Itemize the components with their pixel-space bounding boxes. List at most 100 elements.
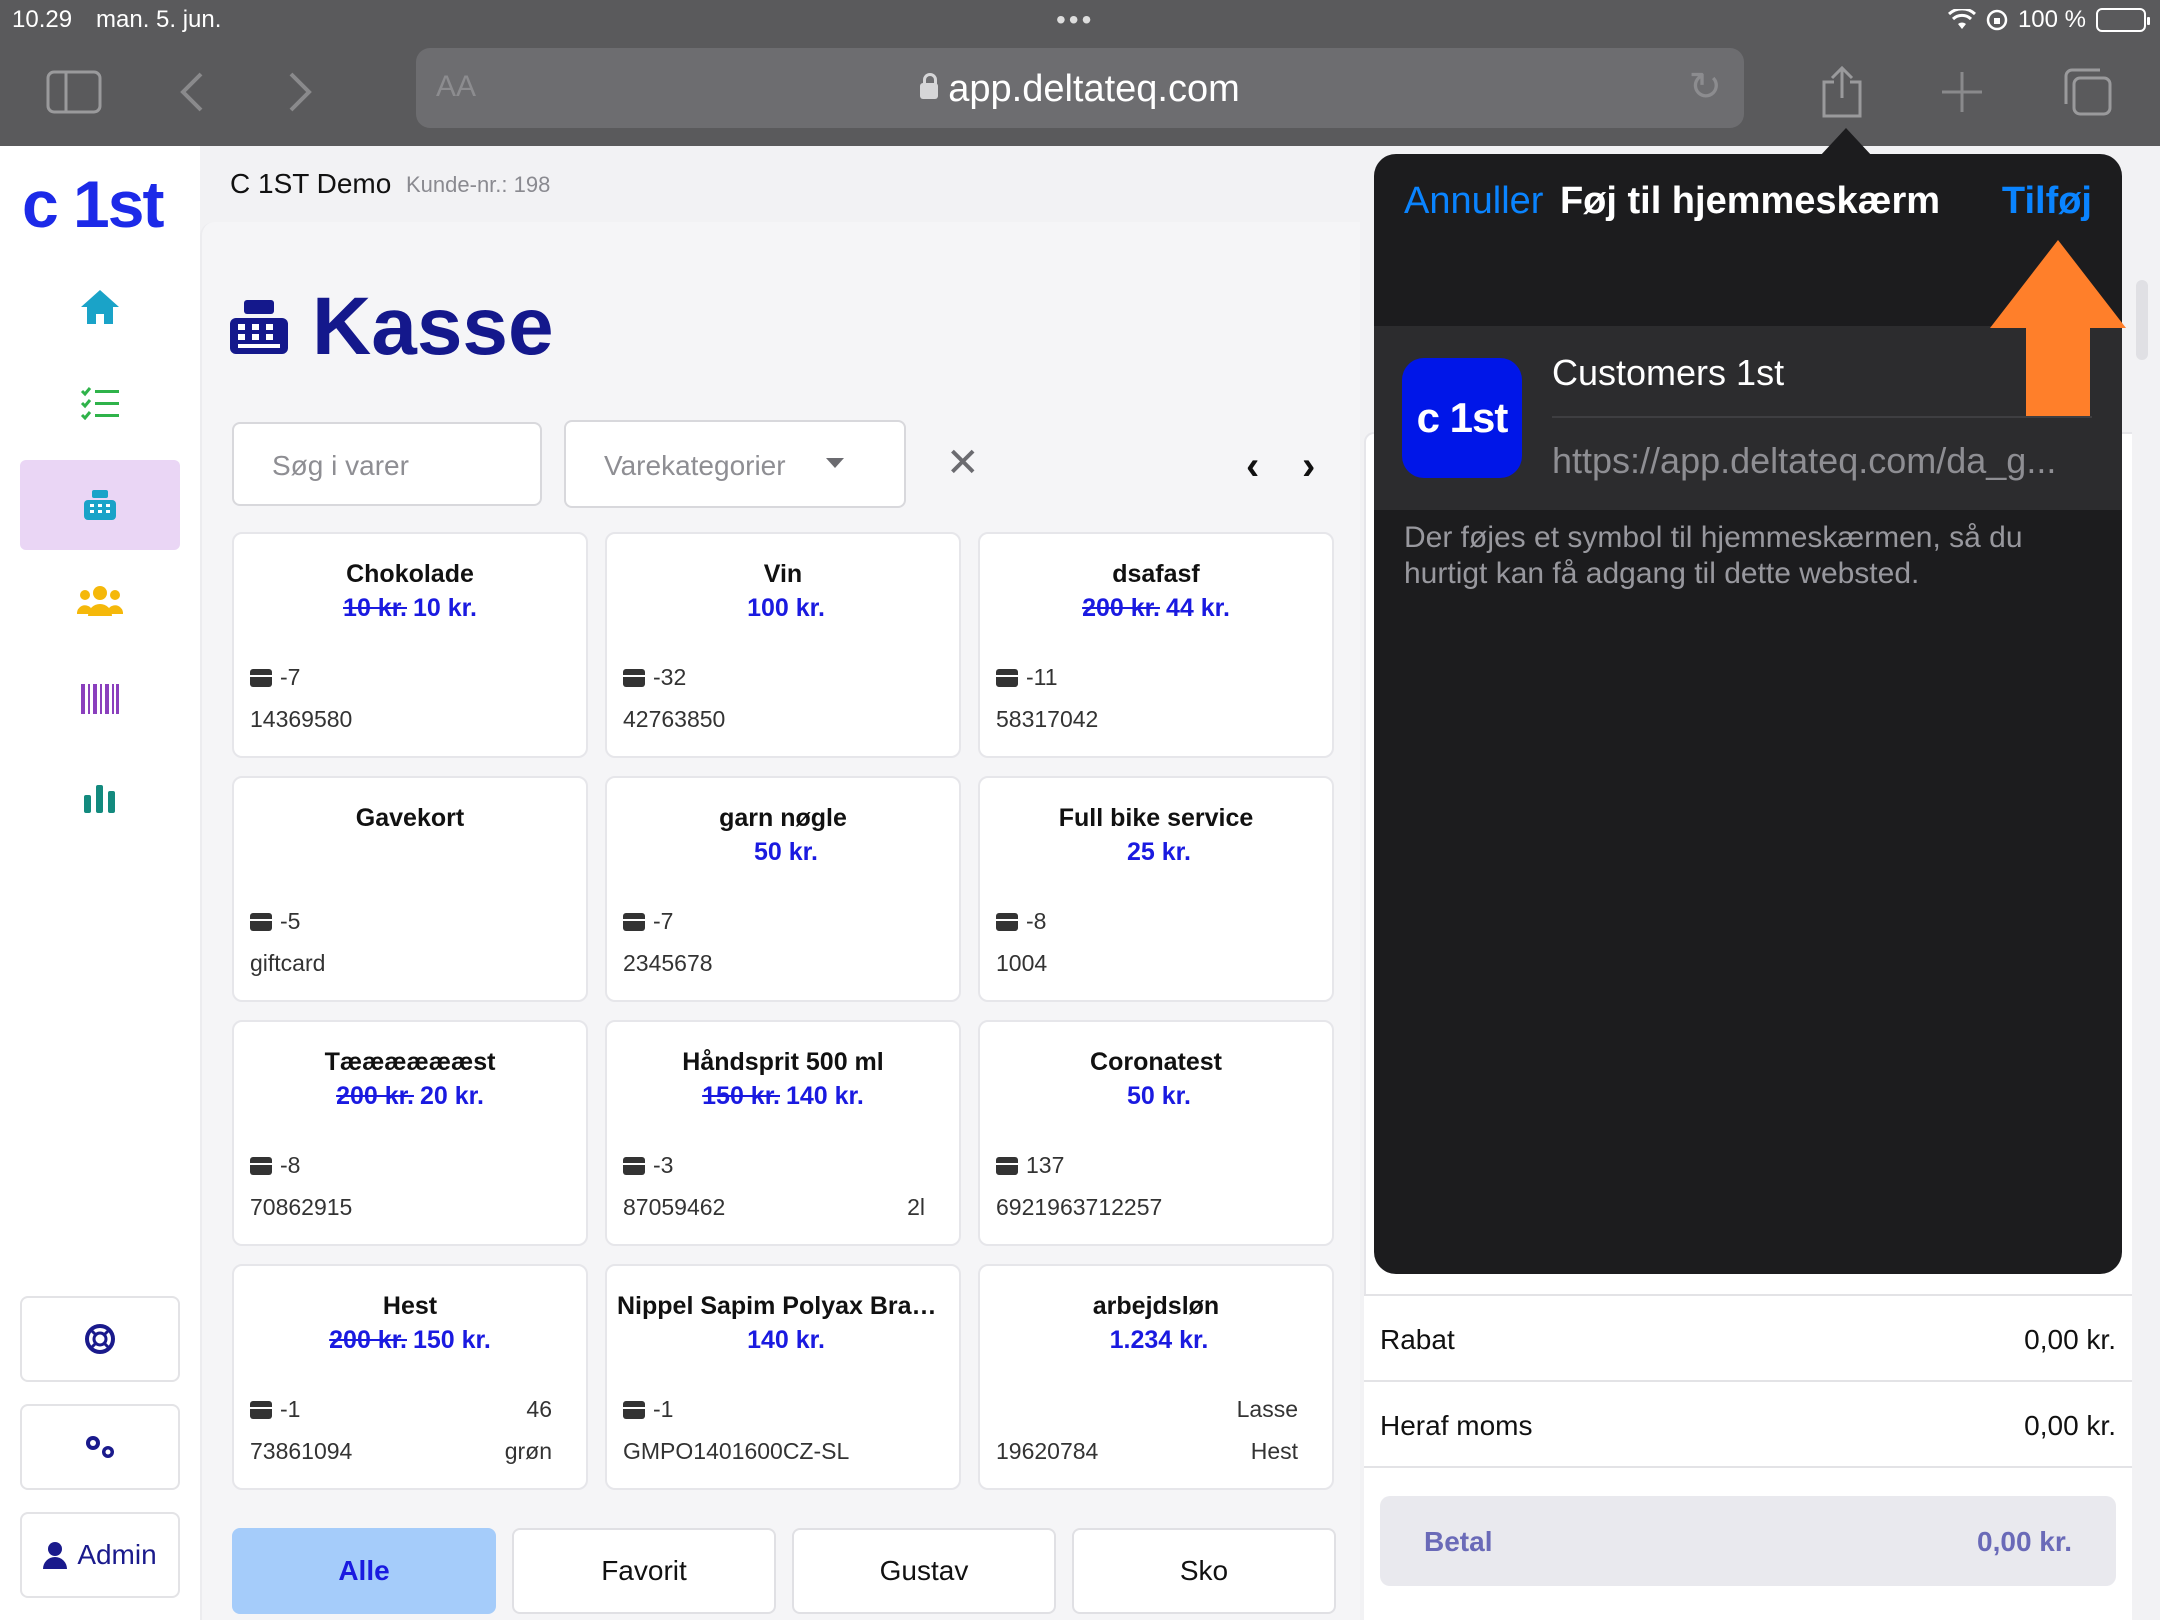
share-icon[interactable]	[1812, 62, 1872, 122]
stock-value: -8	[280, 1152, 301, 1178]
product-current-price: 150 kr.	[413, 1326, 491, 1354]
discount-value: 0,00 kr.	[2024, 1324, 2116, 1355]
vat-label: Heraf moms	[1380, 1410, 1533, 1441]
product-sku: 6921963712257	[996, 1194, 1163, 1220]
product-card[interactable]: Vin 100 kr. -32 42763850	[605, 532, 961, 758]
stock-value: -5	[280, 908, 301, 934]
product-variant-1: Lasse	[1236, 1396, 1298, 1422]
clear-filter-icon[interactable]: ✕	[946, 440, 980, 486]
product-card[interactable]: Coronatest 50 kr. 137 6921963712257	[978, 1020, 1334, 1246]
home-icon	[81, 290, 119, 324]
product-name: Nippel Sapim Polyax Brass...	[617, 1292, 949, 1320]
customer-number: Kunde-nr.: 198	[406, 172, 551, 197]
product-current-price: 25 kr.	[1127, 838, 1191, 866]
product-card[interactable]: dsafasf 200 kr. 44 kr. -11 58317042	[978, 532, 1334, 758]
forward-icon[interactable]	[270, 62, 330, 122]
product-old-price: 200 kr.	[1082, 594, 1160, 622]
product-card[interactable]: Tææææææst 200 kr. 20 kr. -8 70862915	[232, 1020, 588, 1246]
nav-home[interactable]	[20, 262, 180, 352]
product-name: Håndsprit 500 ml	[682, 1048, 884, 1076]
company-name: C 1ST Demo	[230, 168, 392, 199]
sidebar-toggle-icon[interactable]	[44, 62, 104, 122]
add-button[interactable]: Tilføj	[2002, 180, 2092, 223]
next-page-icon[interactable]: ›	[1302, 444, 1315, 489]
cancel-button[interactable]: Annuller	[1404, 180, 1543, 223]
product-current-price: 50 kr.	[754, 838, 818, 866]
product-card[interactable]: Håndsprit 500 ml 150 kr. 140 kr. -3 87059462…	[605, 1020, 961, 1246]
stock-value: -3	[653, 1152, 674, 1178]
product-name: dsafasf	[1112, 560, 1200, 588]
new-tab-icon[interactable]	[1932, 62, 1992, 122]
sheet-description: Der føjes et symbol til hjemmeskærmen, s…	[1404, 521, 2023, 590]
product-card[interactable]: garn nøgle 50 kr. -7 2345678	[605, 776, 961, 1002]
chart-icon	[84, 785, 115, 813]
panel-handle[interactable]	[2136, 280, 2148, 360]
product-name: Tææææææst	[324, 1048, 496, 1076]
nav-tasks[interactable]	[20, 358, 180, 448]
reload-icon[interactable]: ↻	[1688, 64, 1722, 110]
product-current-price: 100 kr.	[747, 594, 825, 622]
box-icon	[996, 668, 1018, 687]
product-variant-1: 46	[526, 1396, 552, 1422]
product-price: 140 kr.	[607, 1326, 959, 1355]
prev-page-icon[interactable]: ‹	[1246, 444, 1259, 489]
pay-value: 0,00 kr.	[1977, 1526, 2072, 1557]
discount-row: Rabat 0,00 kr.	[1364, 1294, 2132, 1380]
admin-button[interactable]: Admin	[20, 1512, 180, 1598]
product-current-price: 1.234 kr.	[1109, 1326, 1209, 1354]
product-price: 50 kr.	[607, 838, 959, 867]
product-name: Coronatest	[1090, 1048, 1222, 1076]
app-logo[interactable]: c 1st	[22, 166, 164, 242]
product-card[interactable]: Nippel Sapim Polyax Brass... 140 kr. -1 GMP…	[605, 1264, 961, 1490]
product-price: 50 kr.	[980, 1082, 1332, 1111]
box-icon	[996, 1156, 1018, 1175]
product-variant-2: grøn	[504, 1438, 552, 1464]
tab-favorit[interactable]: Favorit	[512, 1528, 776, 1614]
product-sku: giftcard	[250, 950, 326, 976]
search-input[interactable]: Søg i varer	[232, 422, 542, 506]
pay-button[interactable]: Betal 0,00 kr.	[1380, 1496, 2116, 1586]
chevron-down-icon	[826, 458, 844, 468]
tab-sko[interactable]: Sko	[1072, 1528, 1336, 1614]
app-name-field[interactable]: Customers 1st	[1552, 352, 1784, 394]
vat-value: 0,00 kr.	[2024, 1410, 2116, 1441]
tabs-overview-icon[interactable]	[2058, 62, 2118, 122]
stock-value: -7	[280, 664, 301, 690]
battery-icon	[2096, 8, 2150, 32]
annotation-arrow-icon	[1990, 240, 2126, 416]
product-sku: 2345678	[623, 950, 713, 976]
product-card[interactable]: Gavekort -5 giftcard	[232, 776, 588, 1002]
product-old-price: 200 kr.	[336, 1082, 414, 1110]
product-price: 1.234 kr.	[980, 1326, 1332, 1355]
checklist-icon	[80, 387, 119, 420]
product-name: Full bike service	[1058, 804, 1254, 832]
product-stock: -11	[996, 664, 1058, 691]
settings-button[interactable]	[20, 1404, 180, 1490]
tab-gustav[interactable]: Gustav	[792, 1528, 1056, 1614]
product-stock: -7	[250, 664, 300, 691]
back-icon[interactable]	[162, 62, 222, 122]
box-icon	[250, 1400, 272, 1419]
product-name: Vin	[763, 560, 803, 588]
stock-value: 137	[1026, 1152, 1065, 1178]
product-name: Hest	[382, 1292, 438, 1320]
nav-statistics[interactable]	[20, 752, 180, 842]
product-card[interactable]: Hest 200 kr. 150 kr. -1 73861094 46 grøn	[232, 1264, 588, 1490]
user-icon	[43, 1542, 68, 1569]
nav-products[interactable]	[20, 654, 180, 744]
product-card[interactable]: Chokolade 10 kr. 10 kr. -7 14369580	[232, 532, 588, 758]
product-card[interactable]: Full bike service 25 kr. -8 1004	[978, 776, 1334, 1002]
product-price: 200 kr. 20 kr.	[234, 1082, 586, 1111]
discount-label: Rabat	[1380, 1324, 1455, 1355]
tab-alle[interactable]: Alle	[232, 1528, 496, 1614]
product-stock: -1	[623, 1396, 673, 1423]
address-bar[interactable]: AA app.deltateq.com ↻	[416, 48, 1744, 128]
category-select[interactable]: Varekategorier	[564, 420, 906, 508]
multitasking-dots-icon[interactable]: •••	[1056, 4, 1094, 36]
product-price: 10 kr. 10 kr.	[234, 594, 586, 623]
box-icon	[623, 1156, 645, 1175]
nav-customers[interactable]	[20, 556, 180, 646]
support-button[interactable]	[20, 1296, 180, 1382]
product-card[interactable]: arbejdsløn 1.234 kr. 19620784 Lasse Hest	[978, 1264, 1334, 1490]
nav-register[interactable]	[20, 460, 180, 550]
